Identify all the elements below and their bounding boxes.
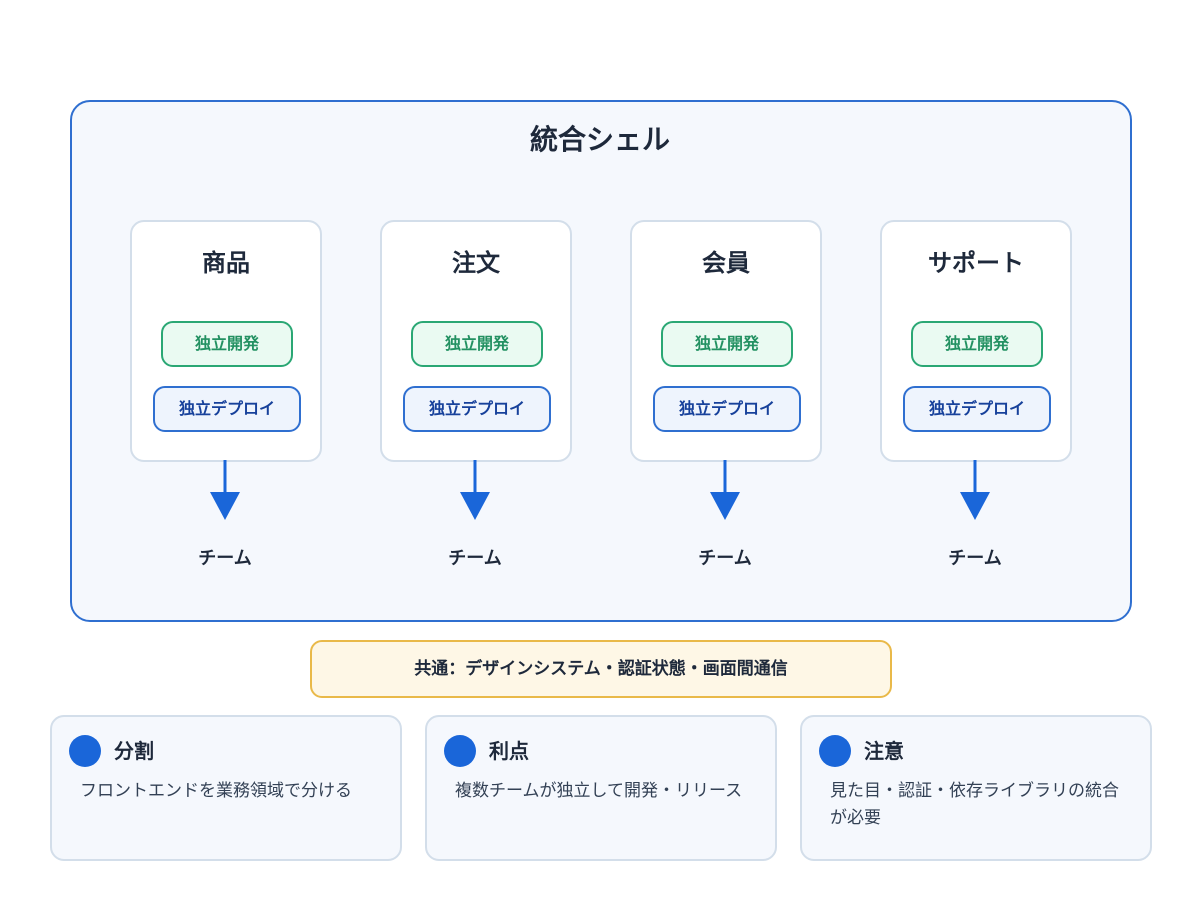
- bullet-dot-icon: [444, 735, 476, 767]
- bullet-dot-icon: [819, 735, 851, 767]
- independent-deploy-badge: 独立デプロイ: [653, 386, 801, 432]
- mfe-box-products: 商品 独立開発 独立デプロイ: [130, 220, 322, 462]
- team-label: チーム: [198, 548, 252, 569]
- mfe-box-members: 会員 独立開発 独立デプロイ: [630, 220, 822, 462]
- card-text: 複数チームが独立して開発・リリース: [455, 781, 743, 801]
- info-card-split: 分割 フロントエンドを業務領域で分ける: [50, 715, 402, 861]
- independent-dev-badge: 独立開発: [411, 321, 543, 367]
- mfe-title: 注文: [452, 249, 500, 277]
- mfe-box-support: サポート 独立開発 独立デプロイ: [880, 220, 1072, 462]
- shell-title: 統合シェル: [529, 123, 670, 156]
- mfe-title: サポート: [928, 249, 1024, 277]
- arrow-down-icon: [210, 460, 240, 520]
- card-title: 注意: [864, 739, 904, 763]
- common-layer-banner: 共通：デザインシステム・認証状態・画面間通信: [310, 640, 892, 698]
- card-title: 分割: [114, 739, 154, 763]
- info-card-benefit: 利点 複数チームが独立して開発・リリース: [425, 715, 777, 861]
- team-label: チーム: [448, 548, 502, 569]
- card-text: フロントエンドを業務領域で分ける: [80, 781, 352, 801]
- independent-dev-badge: 独立開発: [661, 321, 793, 367]
- independent-dev-badge: 独立開発: [161, 321, 293, 367]
- mfe-title: 商品: [202, 249, 250, 277]
- info-card-caution: 注意 見た目・認証・依存ライブラリの統合が必要: [800, 715, 1152, 861]
- arrow-down-icon: [460, 460, 490, 520]
- mfe-box-orders: 注文 独立開発 独立デプロイ: [380, 220, 572, 462]
- independent-deploy-badge: 独立デプロイ: [403, 386, 551, 432]
- card-title: 利点: [489, 739, 529, 763]
- mfe-title: 会員: [702, 249, 750, 277]
- independent-deploy-badge: 独立デプロイ: [153, 386, 301, 432]
- team-label: チーム: [948, 548, 1002, 569]
- team-label: チーム: [698, 548, 752, 569]
- card-text: 見た目・認証・依存ライブラリの統合が必要: [830, 781, 1119, 828]
- arrow-down-icon: [960, 460, 990, 520]
- arrow-down-icon: [710, 460, 740, 520]
- independent-deploy-badge: 独立デプロイ: [903, 386, 1051, 432]
- independent-dev-badge: 独立開発: [911, 321, 1043, 367]
- bullet-dot-icon: [69, 735, 101, 767]
